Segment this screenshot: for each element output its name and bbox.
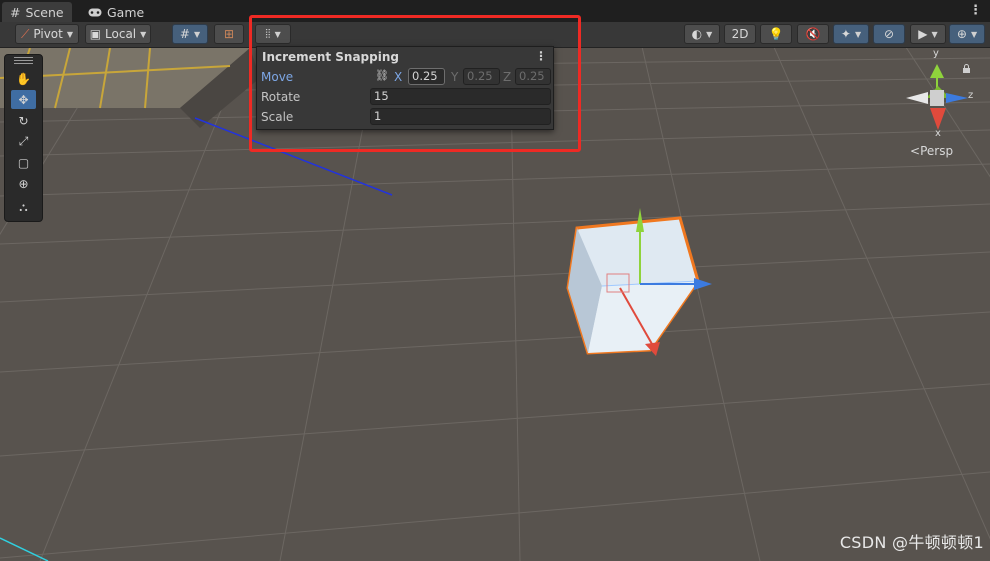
tool-panel: ✋ ✥ ↻ ⤢ ▢ ⊕ ⛬ xyxy=(4,54,43,222)
move-arrows-icon: ✥ xyxy=(18,92,29,107)
toggle-2d-label: 2D xyxy=(731,27,749,41)
grid-icon: # xyxy=(10,4,21,20)
grid-snap-icon: # xyxy=(179,27,190,41)
gizmos-icon: ⊕ xyxy=(956,27,967,41)
persp-toggle[interactable]: <Persp xyxy=(910,144,953,158)
grid-snapping-toggle[interactable]: # ▼ xyxy=(172,24,208,44)
gamepad-icon xyxy=(88,5,102,20)
transform-tool-button[interactable]: ⊕ xyxy=(11,174,36,193)
gizmos-dropdown[interactable]: ⊕ ▼ xyxy=(949,24,985,44)
hand-icon: ✋ xyxy=(16,71,31,86)
pivot-label: Pivot xyxy=(33,27,63,41)
gizmo-x-label: x xyxy=(935,128,941,139)
persp-label: Persp xyxy=(920,144,954,158)
eye-hidden-icon: ⊘ xyxy=(883,27,895,41)
scale-tool-button[interactable]: ⤢ xyxy=(11,132,36,151)
custom-tool-icon: ⛬ xyxy=(19,200,28,214)
rect-transform-icon: ▢ xyxy=(17,155,30,170)
chevron-left-icon: < xyxy=(910,144,921,158)
tab-more-menu-icon[interactable]: ⋮ xyxy=(969,3,982,18)
rotate-tool-button[interactable]: ↻ xyxy=(11,111,36,130)
local-label: Local xyxy=(105,27,137,41)
toggle-2d-button[interactable]: 2D xyxy=(724,24,756,44)
tab-game-label: Game xyxy=(107,4,145,20)
tab-game[interactable]: Game xyxy=(80,2,152,22)
chevron-down-icon: ▼ xyxy=(193,29,201,39)
custom-tool-button[interactable]: ⛬ xyxy=(11,198,36,217)
chevron-down-icon: ▼ xyxy=(854,29,862,39)
chevron-down-icon: ▼ xyxy=(66,29,74,39)
effects-toggle[interactable]: ✦ ▼ xyxy=(833,24,869,44)
transform-icon: ⊕ xyxy=(18,176,29,191)
tab-scene[interactable]: # Scene xyxy=(2,2,72,22)
chevron-down-icon: ▼ xyxy=(140,29,147,39)
camera-icon: ▶ xyxy=(918,27,928,41)
scale-icon: ⤢ xyxy=(18,134,29,148)
lock-icon[interactable] xyxy=(962,64,971,73)
chevron-down-icon: ▼ xyxy=(931,29,938,39)
rect-tool-button[interactable]: ▢ xyxy=(11,153,36,172)
shading-sphere-icon: ◐ xyxy=(691,27,703,41)
lighting-toggle[interactable]: 💡 xyxy=(760,24,792,44)
camera-dropdown[interactable]: ▶ ▼ xyxy=(910,24,946,44)
chevron-down-icon: ▼ xyxy=(970,29,978,39)
local-dropdown[interactable]: ▣ Local ▼ xyxy=(85,24,151,44)
pivot-dropdown[interactable]: ⟋ Pivot ▼ xyxy=(15,24,79,44)
cube-icon: ▣ xyxy=(89,27,102,41)
gizmo-y-label: y xyxy=(933,48,939,59)
hand-tool-button[interactable]: ✋ xyxy=(11,69,36,88)
grid-icon: ⊞ xyxy=(223,27,235,41)
scene-visibility-toggle[interactable]: ⊘ xyxy=(873,24,905,44)
annotation-highlight-box xyxy=(249,15,581,152)
shading-mode-dropdown[interactable]: ◐ ▼ xyxy=(684,24,720,44)
chevron-down-icon: ▼ xyxy=(706,29,713,39)
move-tool-button[interactable]: ✥ xyxy=(11,90,36,109)
speaker-muted-icon: 🔇 xyxy=(805,27,821,41)
tab-scene-label: Scene xyxy=(25,4,64,20)
lightbulb-icon: 💡 xyxy=(768,27,784,41)
watermark: CSDN @牛顿顿顿1 xyxy=(839,533,984,552)
audio-toggle[interactable]: 🔇 xyxy=(797,24,829,44)
rotate-icon: ↻ xyxy=(18,113,29,128)
gizmo-z-label: z xyxy=(968,90,974,101)
effects-icon: ✦ xyxy=(840,27,851,41)
panel-grip-icon[interactable] xyxy=(14,57,33,65)
grid-visibility-toggle[interactable]: ⊞ xyxy=(214,24,244,44)
pivot-icon: ⟋ xyxy=(20,26,30,41)
